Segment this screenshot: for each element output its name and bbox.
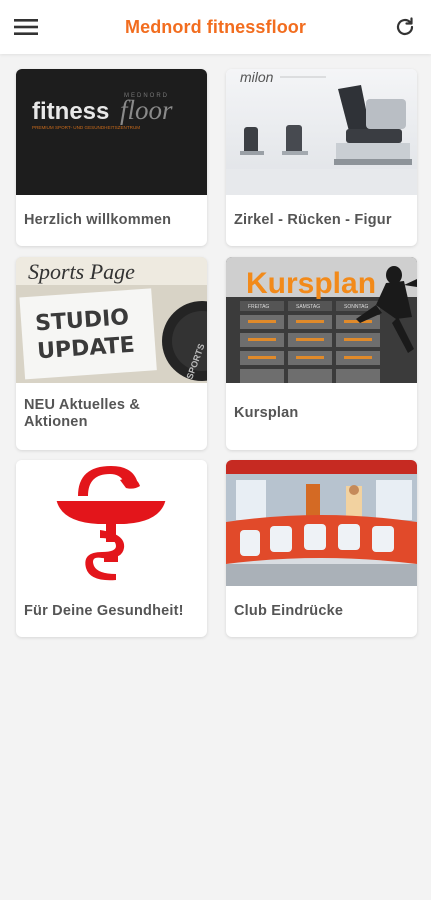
tile-image-club-reception	[226, 460, 417, 586]
tile-label: Kursplan	[234, 405, 299, 421]
milon-logo: milon	[240, 69, 274, 85]
kursplan-col-1: FREITAG	[248, 304, 269, 310]
tile-fuer-deine-gesundheit[interactable]: Für Deine Gesundheit!	[16, 460, 207, 637]
logo-tagline: PREMIUM SPORT- UND GESUNDHEITSZENTRUM	[32, 125, 140, 130]
tile-image-sports-page: Sports Page STUDIO UPDATE SPORTS	[16, 257, 207, 383]
tile-image-kursplan: Kursplan FREITAG SAMSTAG SONNTAG	[226, 257, 417, 383]
tile-image-milon-machines: milon	[226, 69, 417, 195]
kursplan-col-2: SAMSTAG	[296, 304, 320, 310]
tile-neu-aktuelles-aktionen[interactable]: Sports Page STUDIO UPDATE SPORTS NEU Akt…	[16, 257, 207, 450]
tile-label: NEU Aktuelles & Aktionen	[24, 396, 141, 430]
logo-fitness: fitness	[32, 98, 109, 125]
kursplan-title: Kursplan	[246, 267, 376, 300]
tile-herzlich-willkommen[interactable]: MEDNORD fitness floor PREMIUM SPORT- UND…	[16, 69, 207, 246]
tile-label: Herzlich willkommen	[24, 212, 172, 228]
logo-floor: floor	[120, 95, 173, 125]
app-bar: Mednord fitnessfloor	[0, 0, 431, 54]
tile-club-eindruecke[interactable]: Club Eindrücke	[226, 460, 417, 637]
tile-zirkel-ruecken-figur[interactable]: milon Zirkel - Rücken - Figur	[226, 69, 417, 246]
tile-label: Zirkel - Rücken - Figur	[234, 212, 392, 228]
tile-label: Für Deine Gesundheit!	[24, 603, 184, 619]
hamburger-menu-icon[interactable]	[11, 12, 41, 42]
refresh-icon[interactable]	[390, 12, 420, 42]
tile-kursplan[interactable]: Kursplan FREITAG SAMSTAG SONNTAG Kurspla…	[226, 257, 417, 450]
tile-label: Club Eindrücke	[234, 603, 344, 619]
kursplan-col-3: SONNTAG	[344, 304, 368, 310]
tile-image-pharmacy-symbol	[16, 460, 207, 586]
tile-image-fitnessfloor-logo: MEDNORD fitness floor PREMIUM SPORT- UND…	[16, 69, 207, 195]
app-title: Mednord fitnessfloor	[125, 16, 306, 37]
masthead: Sports Page	[28, 259, 135, 284]
